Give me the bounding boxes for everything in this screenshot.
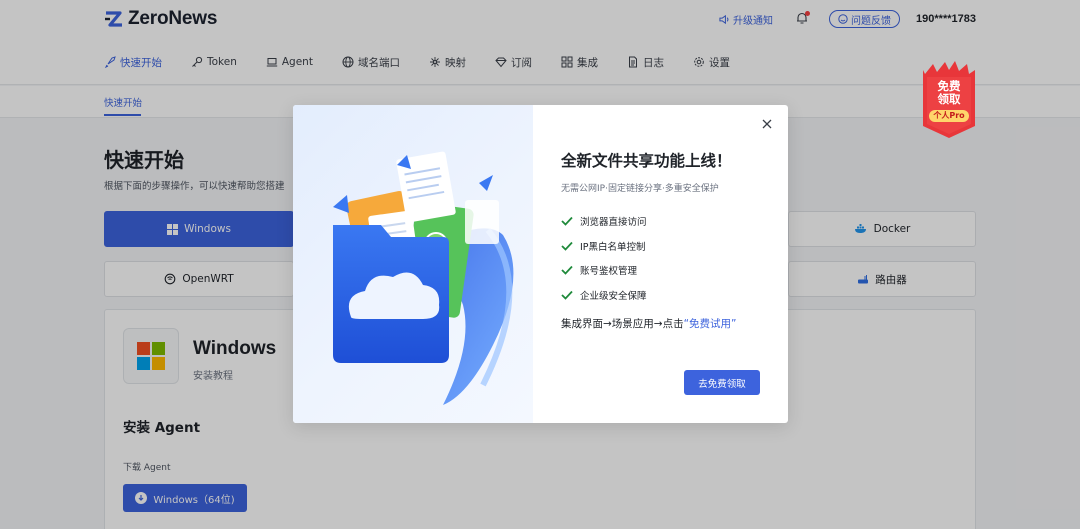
feature-label: IP黑白名单控制 xyxy=(580,241,646,253)
close-modal-button[interactable] xyxy=(760,117,774,131)
feature-item: 浏览器直接访问 xyxy=(561,209,647,234)
feature-item: 账号鉴权管理 xyxy=(561,258,647,283)
check-icon xyxy=(561,217,573,227)
modal-content: 全新文件共享功能上线！ 无需公网IP·固定链接分享·多重安全保护 浏览器直接访问… xyxy=(533,105,788,423)
feature-announcement-modal: 全新文件共享功能上线！ 无需公网IP·固定链接分享·多重安全保护 浏览器直接访问… xyxy=(293,105,788,423)
feature-label: 企业级安全保障 xyxy=(580,290,647,302)
close-icon xyxy=(762,119,772,129)
free-pro-promo-badge[interactable]: 免费 领取 个人Pro xyxy=(921,60,977,138)
cloud-folder-illustration xyxy=(333,151,514,405)
feature-label: 账号鉴权管理 xyxy=(580,266,638,278)
feature-list: 浏览器直接访问 IP黑白名单控制 账号鉴权管理 企业级安全保障 xyxy=(561,209,647,307)
badge-text: 免费 领取 xyxy=(921,80,977,106)
claim-free-button[interactable]: 去免费领取 xyxy=(684,370,760,395)
navigation-hint-prefix: 集成界面→场景应用→点击 xyxy=(561,318,684,330)
modal-illustration xyxy=(293,105,533,423)
modal-subtitle: 无需公网IP·固定链接分享·多重安全保护 xyxy=(561,184,719,194)
feature-label: 浏览器直接访问 xyxy=(580,217,647,229)
check-icon xyxy=(561,241,573,251)
check-icon xyxy=(561,290,573,300)
navigation-hint: 集成界面→场景应用→点击“免费试用” xyxy=(561,316,737,331)
modal-title: 全新文件共享功能上线！ xyxy=(561,152,732,170)
badge-pill: 个人Pro xyxy=(929,110,969,122)
feature-item: IP黑白名单控制 xyxy=(561,234,647,259)
check-icon xyxy=(561,266,573,276)
badge-line-2: 领取 xyxy=(937,92,961,106)
feature-item: 企业级安全保障 xyxy=(561,283,647,308)
navigation-hint-highlight: “免费试用” xyxy=(683,318,737,330)
